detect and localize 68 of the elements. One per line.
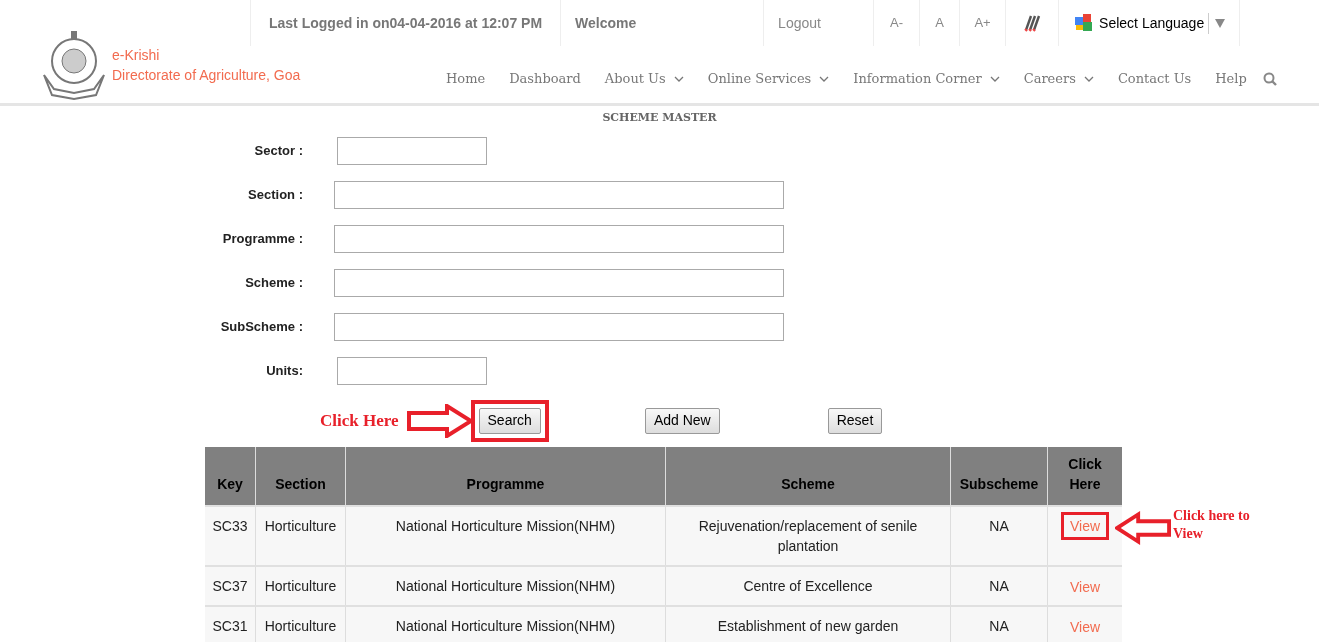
font-size-button[interactable]: A- <box>890 13 904 33</box>
brushes-icon[interactable] <box>1023 14 1042 32</box>
google-icon <box>1075 14 1094 32</box>
language-select[interactable]: Select Language <box>1099 12 1210 34</box>
column-header: Programme <box>346 446 666 505</box>
click-here-to-view-annotation: Click here to View <box>1173 506 1251 543</box>
field-label: Sector : <box>253 141 304 160</box>
view-link[interactable]: View <box>1060 511 1110 540</box>
text-input[interactable] <box>334 268 784 297</box>
chevron-down-icon <box>673 75 684 82</box>
nav-link[interactable]: Information Corner <box>853 68 1000 89</box>
table-cell: National Horticulture Mission(NHM) <box>346 506 666 565</box>
field-label: Scheme : <box>244 273 304 292</box>
chevron-down-icon <box>819 75 830 82</box>
nav-link[interactable]: Home <box>446 68 486 89</box>
chevron-down-icon <box>989 75 1000 82</box>
view-link[interactable]: View <box>1069 571 1101 598</box>
table-cell: NA <box>951 566 1048 605</box>
welcome-text: Welcome <box>575 13 637 33</box>
field-label: Section : <box>247 185 304 204</box>
table-cell: National Horticulture Mission(NHM) <box>346 566 666 605</box>
search-icon[interactable] <box>1262 71 1277 86</box>
text-input[interactable] <box>334 180 784 209</box>
brand-name: e-Krishi <box>112 46 161 65</box>
column-header: Subscheme <box>951 446 1048 505</box>
chevron-down-icon <box>1083 75 1094 82</box>
table-cell: SC31 <box>205 606 256 642</box>
text-input[interactable] <box>337 136 487 165</box>
table-cell: Horticulture <box>256 506 346 565</box>
field-label: Programme : <box>221 229 304 248</box>
nav-link[interactable]: Careers <box>1023 68 1094 89</box>
search-button[interactable]: Search <box>478 407 541 434</box>
field-label: Units: <box>265 361 304 380</box>
nav-link[interactable]: Dashboard <box>509 68 581 89</box>
table-cell: SC33 <box>205 506 256 565</box>
text-input[interactable] <box>334 312 784 341</box>
view-link[interactable]: View <box>1069 611 1101 638</box>
column-header: Section <box>256 446 346 505</box>
click-here-annotation: Click Here <box>320 409 399 432</box>
text-input[interactable] <box>334 224 784 253</box>
column-header: Click Here <box>1067 454 1103 494</box>
text-input[interactable] <box>337 356 487 385</box>
column-header: Scheme <box>666 446 951 505</box>
table-cell: Horticulture <box>256 566 346 605</box>
font-size-button[interactable]: A <box>935 13 944 33</box>
nav-link[interactable]: Online Services <box>707 68 830 89</box>
add-new-button[interactable]: Add New <box>644 407 720 434</box>
table-cell: Rejuvenation/replacement of senile plantation <box>666 506 951 565</box>
nav-link[interactable]: Contact Us <box>1117 68 1192 89</box>
nav-link[interactable]: About Us <box>604 68 684 89</box>
logout-link[interactable]: Logout <box>778 12 821 34</box>
dropdown-triangle-icon <box>1215 18 1226 28</box>
page-title: SCHEME MASTER <box>601 110 718 126</box>
brand-subtitle: Directorate of Agriculture, Goa <box>112 66 301 85</box>
table-cell: National Horticulture Mission(NHM) <box>346 606 666 642</box>
table-cell: NA <box>951 606 1048 642</box>
arrow-annotation <box>1115 510 1171 545</box>
font-size-button[interactable]: A+ <box>974 13 991 33</box>
table-cell: Centre of Excellence <box>666 566 951 605</box>
table-cell: SC37 <box>205 566 256 605</box>
field-label: SubScheme : <box>219 317 304 336</box>
table-cell: Establishment of new garden <box>666 606 951 642</box>
column-header: Key <box>205 446 256 505</box>
table-cell: NA <box>951 506 1048 565</box>
nav-link[interactable]: Help <box>1215 68 1247 89</box>
last-login-text: Last Logged in on04-04-2016 at 12:07 PM <box>269 13 543 33</box>
table-cell: Horticulture <box>256 606 346 642</box>
reset-button[interactable]: Reset <box>827 407 883 434</box>
